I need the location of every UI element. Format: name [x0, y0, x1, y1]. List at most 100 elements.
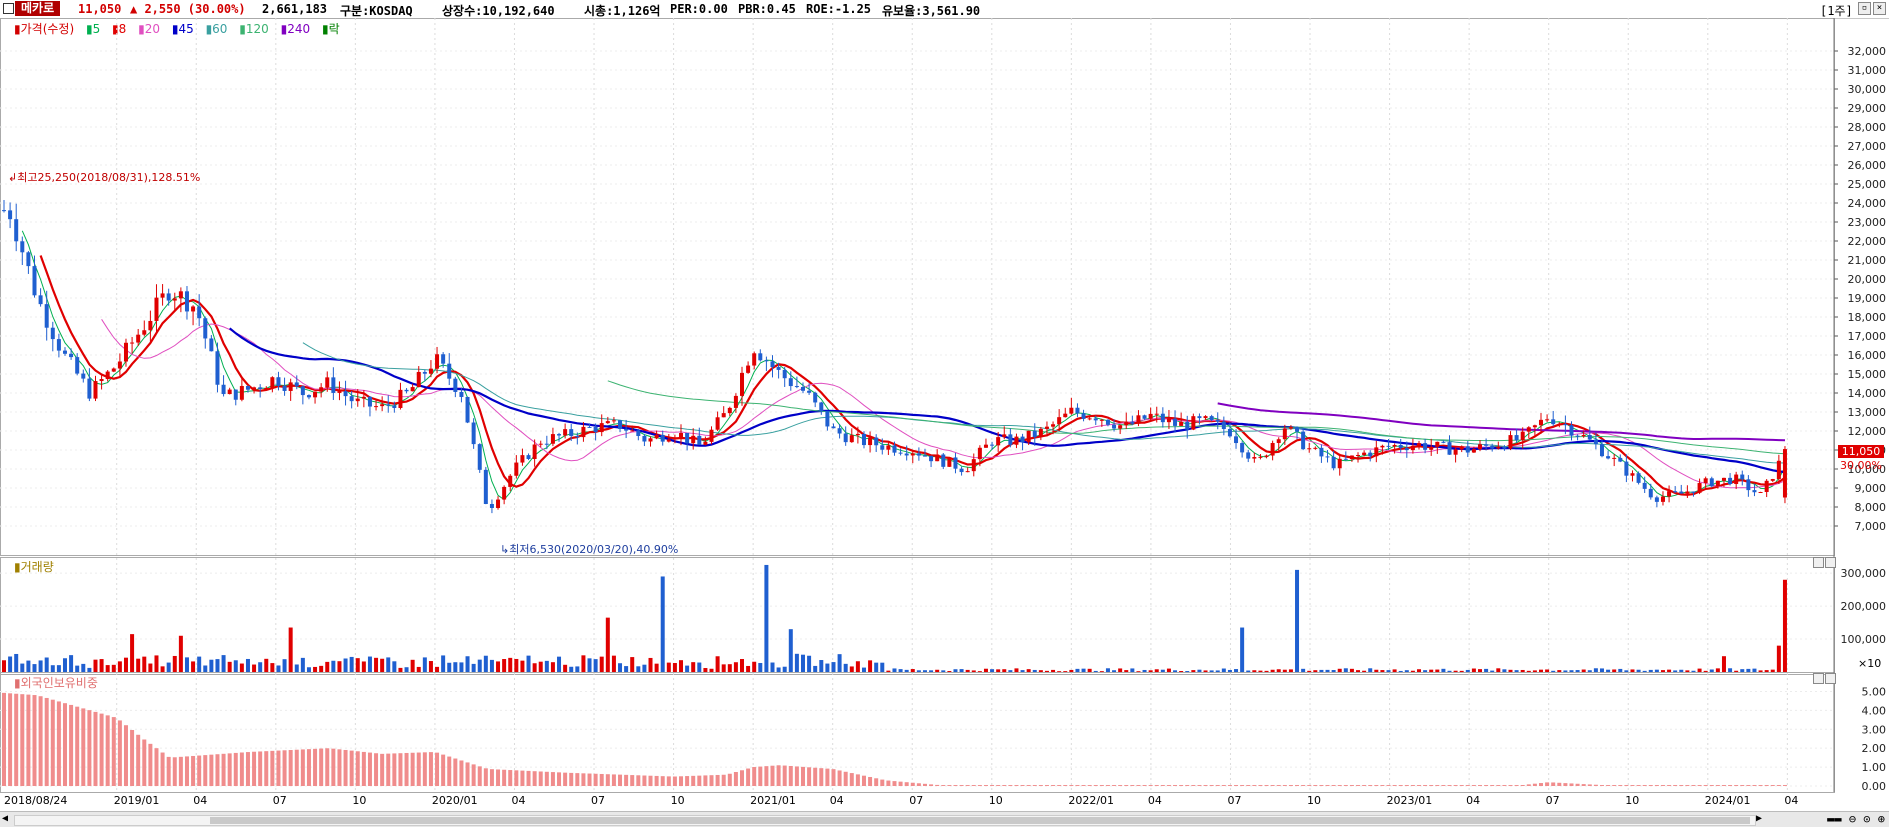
scroll-track[interactable]	[14, 815, 1756, 826]
volume-bar	[1093, 670, 1098, 672]
candle	[1148, 407, 1153, 421]
foreign-ratio-bar	[1691, 785, 1696, 786]
volume-bar	[62, 658, 67, 672]
candle	[1429, 438, 1434, 456]
volume-bar	[130, 634, 135, 672]
foreign-ratio-bar	[569, 772, 574, 786]
foreign-ratio-bar	[123, 725, 128, 786]
volume-bar	[1545, 669, 1550, 672]
candle	[605, 416, 610, 424]
zoom-reset-icon[interactable]: ⊙	[1863, 812, 1870, 826]
zoom-in-icon[interactable]: ⊕	[1878, 812, 1885, 826]
foreign-ratio-bar	[87, 710, 92, 786]
volume-bar	[404, 667, 409, 672]
foreign-ratio-bar	[1471, 785, 1476, 786]
candle	[99, 374, 104, 390]
volume-bar	[1691, 670, 1696, 672]
candle	[550, 427, 555, 447]
volume-bar	[355, 658, 360, 672]
zoom-slider-icon[interactable]: ▬▬	[1827, 812, 1841, 826]
close-icon[interactable]: ×	[1873, 2, 1886, 15]
panel-toggle-icon[interactable]	[3, 3, 14, 14]
foreign-ratio-bar	[837, 770, 842, 786]
volume-bar	[965, 669, 970, 672]
candle-body	[593, 426, 598, 433]
volume-bar	[1490, 670, 1495, 672]
candle-body	[282, 385, 287, 391]
scroll-left-icon[interactable]: ◀	[2, 813, 8, 824]
volume-bar	[746, 665, 751, 672]
volume-bar	[258, 662, 263, 672]
volume-panel-close-icon[interactable]	[1825, 557, 1836, 568]
candle-body	[386, 404, 391, 406]
candle	[477, 443, 482, 473]
candle-body	[898, 452, 903, 454]
stock-name[interactable]: 메카로	[15, 1, 61, 16]
candle	[825, 410, 830, 431]
volume-bar	[544, 660, 549, 672]
candle-body	[1410, 445, 1415, 451]
candle-body	[1459, 446, 1464, 450]
candle-body	[996, 437, 1001, 446]
volume-bar	[1362, 670, 1367, 672]
candle-body	[904, 453, 909, 456]
candle-body	[1752, 490, 1757, 493]
candle-body	[861, 433, 866, 446]
volume-bar	[1252, 670, 1257, 672]
candle-body	[965, 471, 970, 473]
candle-body	[1606, 456, 1611, 459]
volume-bar	[99, 659, 104, 672]
foreign-ratio-bar	[245, 752, 250, 786]
candle-body	[1044, 426, 1049, 429]
volume-bar	[898, 669, 903, 672]
candle-body	[1429, 446, 1434, 450]
candle-body	[575, 435, 580, 438]
foreign-ratio-bar	[1032, 785, 1037, 786]
candle-body	[849, 435, 854, 443]
volume-bar	[1758, 670, 1763, 672]
candle	[1508, 431, 1513, 451]
candle-body	[740, 372, 745, 396]
candle	[1526, 426, 1531, 439]
volume-bar	[178, 635, 183, 672]
zoom-out-icon[interactable]: ⊖	[1849, 812, 1856, 826]
candle	[794, 376, 799, 389]
foreign-ratio-bar	[1404, 785, 1409, 786]
volume-panel-min-icon[interactable]	[1813, 557, 1824, 568]
foreign-ratio-bar	[825, 768, 830, 786]
price-chart[interactable]: 7,0008,0009,00010,00011,00012,00013,0001…	[0, 18, 1889, 811]
candle-body	[349, 396, 354, 402]
candle-body	[642, 435, 647, 442]
volume-bar	[800, 654, 805, 672]
foreign-ratio-bar	[374, 753, 379, 786]
candle	[624, 419, 629, 439]
volume-bar	[599, 656, 604, 672]
foreign-ratio-bar	[618, 774, 623, 786]
volume-bar	[611, 655, 616, 672]
foreign-ratio-bar	[593, 773, 598, 786]
volume-bar	[1307, 670, 1312, 672]
x-axis-label: 10	[352, 794, 367, 807]
volume-bar	[1075, 668, 1080, 672]
restore-icon[interactable]: ▫	[1858, 2, 1871, 15]
volume-tick-label: 300,000	[1841, 567, 1887, 580]
foreign-panel-min-icon[interactable]	[1813, 673, 1824, 684]
foreign-ratio-bar	[227, 753, 232, 786]
period-selector[interactable]: [1주]	[1820, 2, 1853, 19]
foreign-ratio-bar	[471, 764, 476, 786]
candle	[130, 336, 135, 354]
candle-body	[1130, 421, 1135, 424]
candle	[160, 284, 165, 306]
foreign-ratio-bar	[831, 769, 836, 786]
candle-body	[764, 360, 769, 362]
candle-body	[1227, 429, 1232, 437]
candle	[868, 431, 873, 453]
foreign-panel-close-icon[interactable]	[1825, 673, 1836, 684]
candle-body	[1008, 434, 1013, 445]
volume-bar	[239, 663, 244, 672]
candle	[1240, 441, 1245, 458]
scroll-right-icon[interactable]: ▶	[1756, 813, 1762, 824]
scroll-thumb[interactable]	[210, 817, 1750, 824]
candle	[343, 380, 348, 406]
candle	[1014, 433, 1019, 449]
